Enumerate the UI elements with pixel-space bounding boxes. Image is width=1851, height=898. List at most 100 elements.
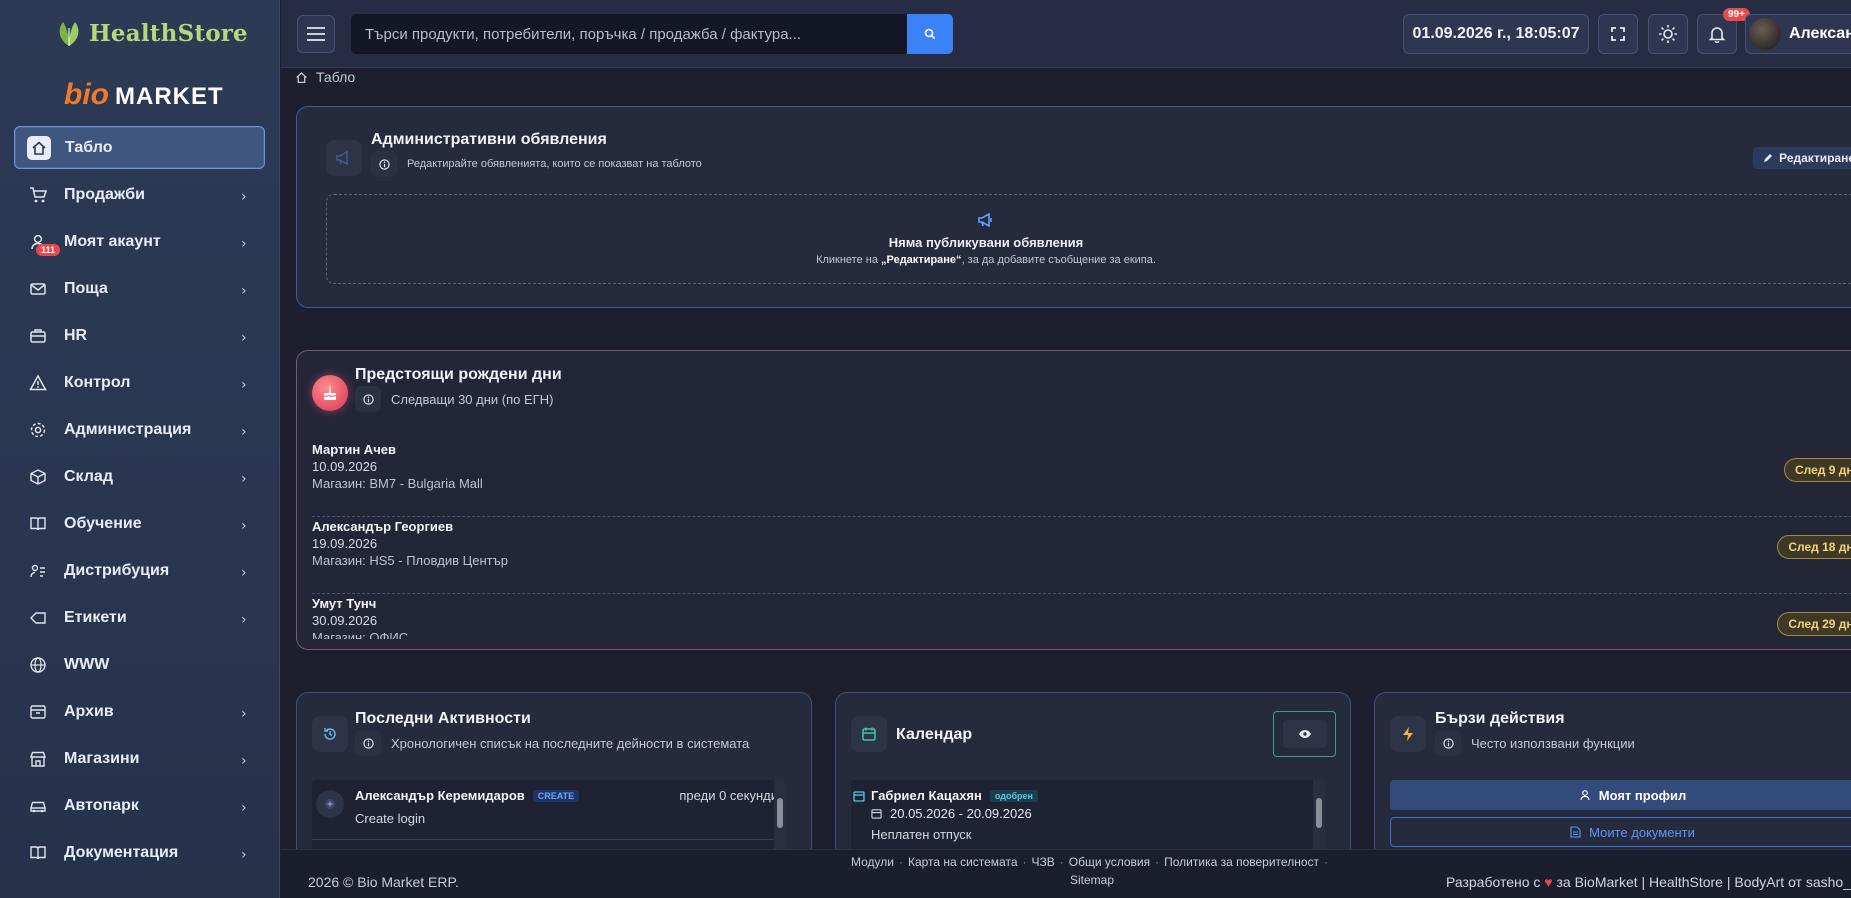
sidebar-item-stores[interactable]: Магазини ›	[14, 737, 265, 780]
birthday-date: 30.09.2026	[312, 613, 378, 628]
sidebar-item-label: WWW	[64, 655, 110, 673]
activities-title: Последни Активности	[355, 710, 531, 727]
box-icon	[26, 465, 50, 489]
bio-wordmark: bio	[64, 78, 109, 111]
info-icon	[1435, 730, 1461, 756]
briefcase-icon	[26, 324, 50, 348]
chevron-right-icon: ›	[241, 282, 247, 299]
view-calendar-button[interactable]	[1273, 711, 1336, 757]
empty-title: Няма публикувани обявления	[888, 234, 1084, 250]
footer-links: Модули · Карта на системата · ЧЗВ · Общи услов…	[851, 855, 1328, 887]
sidebar-item-dashboard[interactable]: Табло	[14, 126, 265, 169]
edit-label: Редактиране	[1779, 151, 1851, 165]
person-name: Мартин Ачев	[312, 442, 396, 457]
edit-announcements-button[interactable]: Редактиране	[1753, 147, 1851, 169]
activities-list: Александър Керемидаров CREATE преди 0 се…	[312, 780, 786, 849]
sidebar-item-hr[interactable]: HR ›	[14, 314, 265, 357]
chevron-right-icon: ›	[241, 423, 247, 440]
activities-card: Последни Активности Хронологичен списък …	[296, 692, 812, 849]
calendar-small-icon	[871, 809, 882, 819]
scrollbar-thumb[interactable]	[1316, 798, 1322, 828]
my-profile-button[interactable]: Моят профил	[1390, 780, 1851, 810]
copyright: 2026 © Bio Market ERP.	[308, 874, 459, 890]
sidebar-item-documentation[interactable]: Документация ›	[14, 831, 265, 874]
birthdays-list: Мартин Ачев 10.09.2026 Магазин: BM7 - Bu…	[312, 440, 1851, 639]
sidebar-item-sales[interactable]: Продажби ›	[14, 173, 265, 216]
scrollbar[interactable]	[1313, 780, 1325, 849]
footer-link-faq[interactable]: ЧЗВ	[1032, 855, 1055, 869]
sidebar-item-label: Администрация	[64, 420, 192, 438]
biomarket-logo[interactable]: bio MARKET	[64, 78, 224, 112]
sidebar-item-label: Дистрибуция	[64, 561, 170, 579]
heart-icon: ♥	[1544, 874, 1553, 890]
home-icon	[296, 71, 307, 83]
subtitle-text: Следващи 30 дни (по ЕГН)	[391, 391, 554, 407]
chevron-right-icon: ›	[241, 705, 247, 722]
archive-icon	[26, 700, 50, 724]
sidebar-item-www[interactable]: WWW	[14, 643, 265, 686]
user-menu[interactable]: Александър	[1745, 14, 1851, 54]
theme-toggle-button[interactable]	[1648, 14, 1688, 54]
calendar-title: Календар	[896, 726, 973, 743]
healthstore-logo[interactable]: HealthStore	[55, 18, 248, 48]
user-name: Александър Керемидаров	[355, 788, 525, 803]
notifications-button[interactable]: 99+	[1697, 8, 1750, 54]
calendar-card: Календар Габриел Кацахян одобрен 20.05.2…	[835, 692, 1351, 849]
healthstore-wordmark: HealthStore	[89, 19, 248, 47]
chevron-right-icon: ›	[241, 611, 247, 628]
bell-icon	[1708, 27, 1726, 43]
announcements-card: Административни обявления Редактирайте о…	[296, 106, 1851, 308]
chevron-right-icon: ›	[241, 470, 247, 487]
sidebar-item-label: Продажби	[64, 185, 145, 203]
footer-link-modules[interactable]: Модули	[851, 855, 894, 869]
scrollbar[interactable]	[774, 780, 786, 849]
person-name: Александър Георгиев	[312, 519, 454, 534]
history-icon	[312, 716, 348, 752]
breadcrumb: Табло	[295, 69, 355, 85]
sidebar-item-administration[interactable]: Администрация ›	[14, 408, 265, 451]
footer-link-sitemap[interactable]: Sitemap	[1070, 873, 1114, 887]
my-documents-button[interactable]: Моите документи	[1390, 817, 1851, 847]
sidebar-item-label: Магазини	[64, 749, 140, 767]
sidebar-item-label: Моят акаунт	[64, 232, 161, 250]
store-name: Магазин: HS5 - Пловдив Център	[312, 553, 508, 568]
search-button[interactable]	[907, 14, 953, 54]
announcements-title: Административни обявления	[371, 131, 607, 148]
lightning-icon	[1390, 716, 1426, 752]
footer-link-terms[interactable]: Общи условия	[1069, 855, 1150, 869]
footer-link-sitemap-map[interactable]: Карта на системата	[908, 855, 1018, 869]
sidebar-item-label: Склад	[64, 467, 113, 485]
sidebar-item-control[interactable]: Контрол ›	[14, 361, 265, 404]
list-item: Мартин Ачев 10.09.2026 Магазин: BM7 - Bu…	[312, 442, 1851, 517]
main-content: Табло Административни обявления Редактир…	[281, 69, 1851, 849]
sidebar-item-account[interactable]: 111 Моят акаунт ›	[14, 220, 265, 263]
sidebar-item-warehouse[interactable]: Склад ›	[14, 455, 265, 498]
sidebar-item-fleet[interactable]: Автопарк ›	[14, 784, 265, 827]
store-name: Магазин: BM7 - Bulgaria Mall	[312, 476, 483, 491]
sidebar-item-training[interactable]: Обучение ›	[14, 502, 265, 545]
menu-toggle-button[interactable]	[297, 15, 335, 53]
status-badge: одобрен	[989, 789, 1038, 802]
datetime-display: 01.09.2026 г., 18:05:07	[1403, 14, 1589, 54]
fullscreen-button[interactable]	[1598, 14, 1638, 54]
search-input[interactable]	[351, 14, 907, 54]
birthdays-subtitle: Следващи 30 дни (по ЕГН)	[355, 386, 553, 412]
sidebar-item-mail[interactable]: Поща ›	[14, 267, 265, 310]
topbar: 01.09.2026 г., 18:05:07 99+ Александър	[281, 0, 1851, 68]
calendar-list: Габриел Кацахян одобрен 20.05.2026 - 20.…	[851, 780, 1325, 849]
sidebar-menu: Табло Продажби › 111 Моят акаунт › Поща …	[14, 126, 265, 878]
person-name: Габриел Кацахян	[871, 788, 982, 803]
quick-actions-card: Бързи действия Често използвани функции …	[1374, 692, 1851, 849]
sidebar-item-distribution[interactable]: Дистрибуция ›	[14, 549, 265, 592]
sidebar: HealthStore bio MARKET Табло Продажби › …	[0, 0, 280, 898]
user-icon	[1580, 790, 1590, 801]
sidebar-item-archive[interactable]: Архив ›	[14, 690, 265, 733]
sidebar-item-labels[interactable]: Етикети ›	[14, 596, 265, 639]
home-icon	[27, 135, 51, 160]
chevron-right-icon: ›	[241, 235, 247, 252]
breadcrumb-current[interactable]: Табло	[316, 69, 355, 85]
fullscreen-icon	[1611, 27, 1625, 41]
scrollbar-thumb[interactable]	[777, 798, 783, 828]
sidebar-item-label: Табло	[65, 138, 113, 156]
footer-link-privacy[interactable]: Политика за поверителност	[1164, 855, 1319, 869]
